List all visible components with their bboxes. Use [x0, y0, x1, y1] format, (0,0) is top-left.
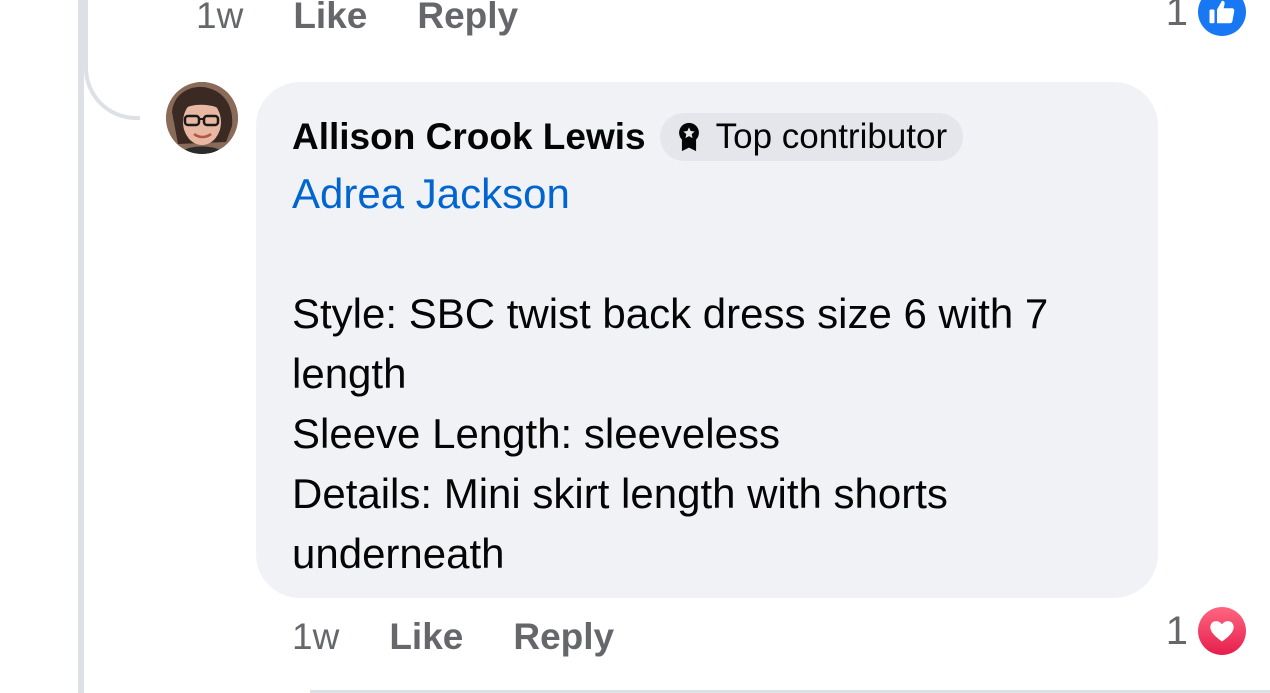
comment-reply-button[interactable]: Reply — [513, 616, 614, 658]
comment-line: Details: Mini skirt length with shorts — [292, 470, 948, 517]
comment-bubble: Allison Crook Lewis Top contributor Adre… — [256, 82, 1158, 598]
badge-label: Top contributor — [715, 117, 948, 156]
prev-comment-time[interactable]: 1w — [196, 0, 243, 37]
like-thumb-icon — [1198, 0, 1246, 36]
comment-reaction-count: 1 — [1165, 608, 1188, 653]
top-contributor-badge-icon — [672, 120, 706, 154]
comment-reactions[interactable]: 1 — [1166, 607, 1246, 655]
love-heart-icon — [1198, 607, 1246, 655]
prev-comment-reaction-count: 1 — [1165, 0, 1188, 34]
mentioned-user-link[interactable]: Adrea Jackson — [292, 166, 1122, 222]
comment-actions: 1w Like Reply — [292, 615, 614, 659]
comment-line: length — [292, 350, 407, 397]
comment-body: Style: SBC twist back dress size 6 with … — [292, 284, 1122, 584]
comment-like-button[interactable]: Like — [389, 616, 463, 658]
comment-header: Allison Crook Lewis Top contributor — [292, 110, 1122, 164]
prev-comment-reply-button[interactable]: Reply — [417, 0, 518, 37]
comment-time[interactable]: 1w — [292, 616, 339, 658]
comment-line: Sleeve Length: sleeveless — [292, 410, 780, 457]
comment-line: Style: SBC twist back dress size 6 with … — [292, 290, 1049, 337]
top-contributor-badge[interactable]: Top contributor — [659, 113, 964, 161]
prev-comment-actions: 1w Like Reply — [196, 0, 518, 38]
comment-line: underneath — [292, 530, 505, 577]
thread-connector-curve — [84, 0, 140, 120]
thread-connector-line — [78, 0, 84, 693]
author-name[interactable]: Allison Crook Lewis — [292, 116, 646, 158]
prev-comment-like-button[interactable]: Like — [293, 0, 367, 37]
author-avatar[interactable] — [166, 82, 238, 154]
prev-comment-reactions[interactable]: 1 — [1166, 0, 1246, 36]
